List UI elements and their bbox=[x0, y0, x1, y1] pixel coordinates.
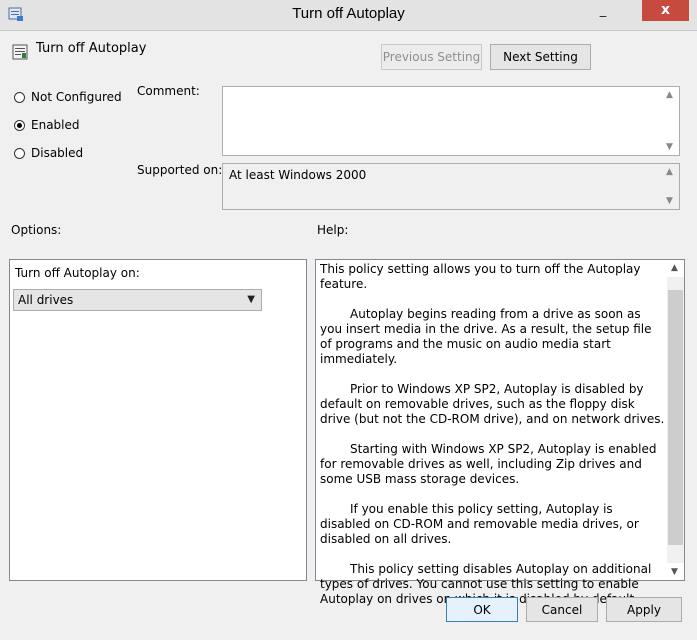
scroll-down-icon[interactable]: ▼ bbox=[671, 567, 678, 577]
help-paragraph: Starting with Windows XP SP2, Autoplay i… bbox=[320, 442, 657, 486]
radio-not-configured[interactable]: Not Configured bbox=[14, 88, 122, 106]
supported-scrollbar[interactable]: ▲ ▼ bbox=[662, 164, 679, 209]
scroll-up-icon[interactable]: ▲ bbox=[666, 90, 673, 100]
next-setting-button[interactable]: Next Setting bbox=[490, 44, 591, 70]
dropdown-value: All drives bbox=[18, 293, 74, 307]
apply-button[interactable]: Apply bbox=[606, 597, 682, 622]
supported-on-label: Supported on: bbox=[137, 163, 223, 177]
radio-enabled[interactable]: Enabled bbox=[14, 116, 80, 134]
help-paragraph: If you enable this policy setting, Autop… bbox=[320, 502, 639, 546]
radio-circle[interactable] bbox=[14, 147, 25, 159]
radio-circle[interactable] bbox=[14, 119, 25, 131]
help-text: This policy setting allows you to turn o… bbox=[320, 262, 665, 622]
scroll-up-icon[interactable]: ▲ bbox=[666, 167, 673, 177]
supported-on-value: At least Windows 2000 bbox=[229, 168, 367, 182]
dropdown-label: Turn off Autoplay on: bbox=[15, 266, 140, 280]
radio-label: Enabled bbox=[31, 118, 80, 132]
previous-setting-button[interactable]: Previous Setting bbox=[381, 44, 482, 70]
policy-name: Turn off Autoplay bbox=[36, 41, 147, 56]
help-paragraph: This policy setting allows you to turn o… bbox=[320, 262, 641, 291]
scroll-down-icon[interactable]: ▼ bbox=[666, 196, 673, 206]
ok-button[interactable]: OK bbox=[446, 597, 518, 622]
scroll-up-icon[interactable]: ▲ bbox=[671, 263, 678, 273]
comment-scrollbar[interactable]: ▲ ▼ bbox=[662, 87, 679, 155]
help-paragraph: Autoplay begins reading from a drive as … bbox=[320, 307, 652, 366]
cancel-button[interactable]: Cancel bbox=[526, 597, 598, 622]
supported-on-field: At least Windows 2000 ▲ ▼ bbox=[222, 163, 680, 210]
comment-label: Comment: bbox=[137, 84, 200, 98]
scroll-down-icon[interactable]: ▼ bbox=[666, 142, 673, 152]
drives-dropdown[interactable]: All drives ▼ bbox=[13, 289, 262, 311]
help-label: Help: bbox=[317, 223, 349, 237]
radio-circle[interactable] bbox=[14, 91, 25, 103]
radio-label: Not Configured bbox=[31, 90, 122, 104]
options-label: Options: bbox=[11, 223, 62, 237]
chevron-down-icon[interactable]: ▼ bbox=[247, 290, 255, 310]
help-paragraph: Prior to Windows XP SP2, Autoplay is dis… bbox=[320, 382, 665, 426]
radio-label: Disabled bbox=[31, 146, 84, 160]
minimize-button[interactable]: _ bbox=[590, 2, 616, 24]
comment-field[interactable]: ▲ ▼ bbox=[222, 86, 680, 156]
title-bar: Turn off Autoplay _ x bbox=[0, 0, 697, 31]
radio-disabled[interactable]: Disabled bbox=[14, 144, 83, 162]
help-scrollbar[interactable]: ▲ ▼ bbox=[667, 260, 684, 580]
policy-setting-icon bbox=[12, 44, 28, 60]
close-button[interactable]: x bbox=[642, 0, 689, 21]
scroll-thumb[interactable] bbox=[668, 290, 683, 545]
